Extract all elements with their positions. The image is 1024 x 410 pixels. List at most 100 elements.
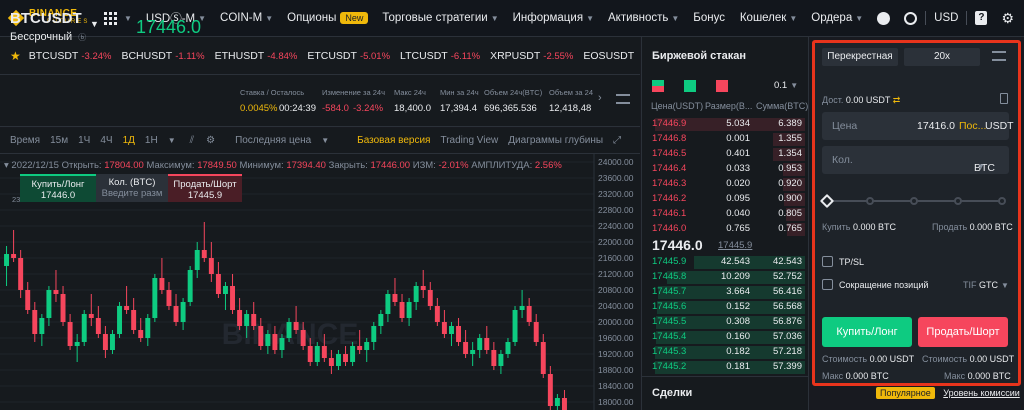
candle-body[interactable] (88, 314, 94, 318)
candle-body[interactable] (67, 322, 73, 346)
slider-step-100[interactable] (998, 197, 1006, 205)
candle-body[interactable] (109, 334, 115, 350)
price-input[interactable]: Цена 17416.0 Пос... USDT (822, 112, 1014, 140)
interval-1d[interactable]: 1Д (123, 135, 135, 146)
quantity-input[interactable]: Кол. BTC ▼ (822, 146, 1009, 174)
candle-body[interactable] (378, 314, 384, 326)
bid-row[interactable]: 17445.2 0.181 57.399 (645, 360, 805, 375)
chart-settings-icon[interactable]: ⚙ (206, 135, 215, 146)
candle-body[interactable] (102, 334, 108, 350)
candle-body[interactable] (166, 290, 172, 306)
margin-mode-button[interactable]: Перекрестная (822, 48, 898, 66)
candle-body[interactable] (173, 306, 179, 322)
candle-body[interactable] (4, 254, 10, 266)
candle-body[interactable] (434, 306, 440, 322)
candle-body[interactable] (95, 318, 101, 334)
bid-row[interactable]: 17445.5 0.308 56.876 (645, 315, 805, 330)
interval-1h[interactable]: 1Ч (78, 135, 90, 146)
chevron-right-icon[interactable]: › (598, 92, 602, 104)
candle-body[interactable] (335, 354, 341, 366)
ticker-item[interactable]: BCHUSDT -1.11% (121, 50, 204, 62)
ask-row[interactable]: 17446.9 5.034 6.389 (645, 117, 805, 132)
candle-body[interactable] (547, 374, 553, 406)
view-depth[interactable]: Диаграммы глубины (508, 135, 603, 146)
candle-body[interactable] (328, 358, 334, 366)
user-profile-icon[interactable] (877, 11, 891, 25)
candle-body[interactable] (477, 338, 483, 350)
ask-row[interactable]: 17446.8 0.001 1.355 (645, 132, 805, 147)
candle-body[interactable] (138, 330, 144, 338)
indicators-icon[interactable]: ⫽ (190, 135, 194, 146)
globe-icon[interactable] (904, 11, 918, 25)
quick-qty-field[interactable]: Кол. (BTC) Введите разм (96, 174, 168, 202)
view-tradingview[interactable]: Trading View (440, 135, 498, 146)
symbol-name[interactable]: BTCUSDT (10, 10, 82, 27)
nav-options[interactable]: Опционы New (287, 12, 369, 24)
nav-strategies[interactable]: Торговые стратегии ▼ (382, 12, 498, 24)
candle-body[interactable] (222, 286, 228, 294)
candle-body[interactable] (159, 278, 165, 290)
candle-body[interactable] (272, 334, 278, 350)
candle-body[interactable] (152, 278, 158, 318)
candle-body[interactable] (526, 306, 532, 322)
candle-body[interactable] (244, 314, 250, 326)
candle-body[interactable] (53, 290, 59, 294)
candle-body[interactable] (131, 310, 137, 330)
candle-body[interactable] (279, 338, 285, 350)
nav-coinm[interactable]: COIN-M ▼ (220, 12, 273, 24)
ask-row[interactable]: 17446.1 0.040 0.805 (645, 207, 805, 222)
candle-body[interactable] (187, 270, 193, 302)
slider-step-25[interactable] (866, 197, 874, 205)
candle-body[interactable] (117, 306, 123, 334)
apps-grid-icon[interactable] (104, 11, 117, 25)
ticker-item[interactable]: ETHUSDT -4.84% (215, 50, 298, 62)
candle-body[interactable] (406, 302, 412, 318)
buy-long-button[interactable]: Купить/Лонг (822, 317, 912, 347)
candle-body[interactable] (512, 310, 518, 342)
candle-body[interactable] (124, 306, 130, 310)
view-basic[interactable]: Базовая версия (357, 135, 430, 146)
candle-body[interactable] (60, 294, 66, 322)
book-asks-icon[interactable] (716, 80, 728, 92)
settings-gear-icon[interactable]: ⚙ (1001, 10, 1014, 27)
popular-badge[interactable]: Популярное (876, 387, 935, 399)
star-icon[interactable]: ★ (10, 49, 21, 63)
bid-row[interactable]: 17445.6 0.152 56.568 (645, 300, 805, 315)
candle-body[interactable] (230, 286, 236, 310)
candle-body[interactable] (215, 274, 221, 294)
ticker-item[interactable]: LTCUSDT -6.11% (400, 50, 480, 62)
last-price-link[interactable]: Пос... (959, 120, 986, 132)
candle-body[interactable] (321, 346, 327, 358)
bid-row[interactable]: 17445.4 0.160 57.036 (645, 330, 805, 345)
candle-body[interactable] (441, 322, 447, 334)
fullscreen-icon[interactable]: ⤢ (613, 135, 621, 146)
candle-body[interactable] (463, 342, 469, 354)
bid-row[interactable]: 17445.3 0.182 57.218 (645, 345, 805, 360)
candle-body[interactable] (293, 322, 299, 330)
candle-body[interactable] (364, 342, 370, 350)
slider-step-50[interactable] (910, 197, 918, 205)
mark-price[interactable]: 17445.9 (718, 240, 752, 251)
info-icon[interactable]: ⓑ (78, 33, 86, 42)
transfer-icon[interactable]: ⇄ (893, 95, 901, 105)
ask-row[interactable]: 17446.5 0.401 1.354 (645, 147, 805, 162)
candle-body[interactable] (519, 306, 525, 310)
candle-body[interactable] (145, 318, 151, 338)
interval-15m[interactable]: 15м (50, 135, 68, 146)
candle-body[interactable] (258, 326, 264, 346)
candle-body[interactable] (74, 342, 80, 346)
candle-body[interactable] (81, 314, 87, 342)
candle-body[interactable] (470, 350, 476, 354)
tpsl-checkbox[interactable] (822, 256, 833, 267)
currency-selector[interactable]: USD (934, 12, 958, 24)
candle-body[interactable] (194, 250, 200, 270)
candle-body[interactable] (456, 326, 462, 342)
interval-4h[interactable]: 4Ч (100, 135, 112, 146)
ticker-item[interactable]: XRPUSDT -2.55% (490, 50, 573, 62)
candle-body[interactable] (251, 314, 257, 326)
ticker-item[interactable]: EOSUSDT (583, 50, 634, 62)
nav-wallet[interactable]: Кошелек ▼ (740, 12, 797, 24)
candle-body[interactable] (300, 330, 306, 346)
candle-body[interactable] (392, 294, 398, 302)
candle-body[interactable] (307, 346, 313, 362)
